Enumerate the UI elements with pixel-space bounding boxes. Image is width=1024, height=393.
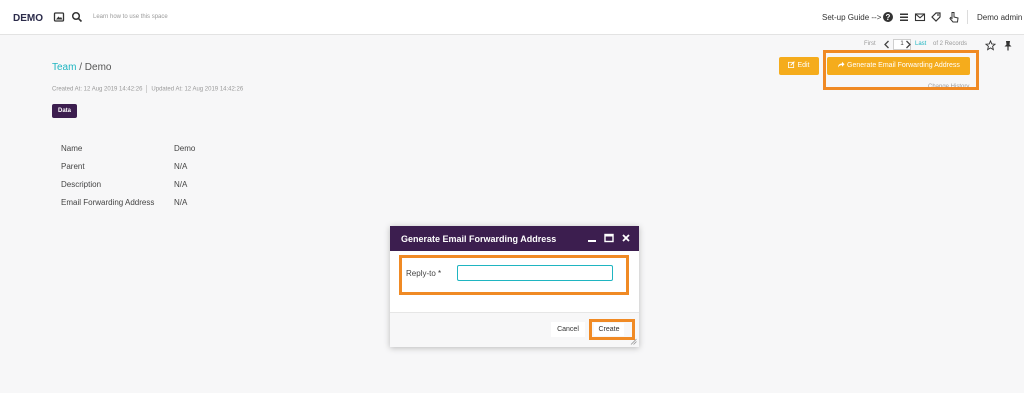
- highlight-frame-create: [589, 319, 635, 340]
- search-hint[interactable]: Learn how to use this space: [93, 14, 168, 20]
- pin-icon[interactable]: [1003, 40, 1013, 51]
- brand-logo[interactable]: DEMO: [13, 13, 43, 24]
- field-value-email-forwarding: N/A: [174, 198, 188, 207]
- chevron-left-icon[interactable]: [883, 40, 891, 49]
- pager-first[interactable]: First: [864, 41, 876, 47]
- highlight-frame-reply-to: [399, 255, 629, 295]
- modal-header: Generate Email Forwarding Address: [390, 226, 639, 251]
- field-label-name: Name: [61, 144, 83, 153]
- highlight-frame-generate: [823, 50, 979, 90]
- modal-title: Generate Email Forwarding Address: [401, 234, 557, 244]
- star-icon[interactable]: [985, 40, 996, 51]
- cancel-button[interactable]: Cancel: [551, 322, 585, 337]
- breadcrumb-separator: /: [76, 62, 85, 73]
- topbar-divider: [967, 10, 968, 24]
- breadcrumb-current: Demo: [84, 62, 112, 73]
- mail-icon[interactable]: [914, 11, 926, 23]
- created-at: Created At: 12 Aug 2019 14:42:26: [52, 86, 143, 93]
- pointer-icon[interactable]: [948, 11, 960, 23]
- tag-icon[interactable]: [930, 11, 942, 23]
- field-value-description: N/A: [174, 180, 188, 189]
- field-value-name: Demo: [174, 144, 196, 153]
- data-tag[interactable]: Data: [52, 104, 78, 118]
- updated-at: Updated At: 12 Aug 2019 14:42:26: [151, 86, 244, 93]
- record-meta: Created At: 12 Aug 2019 14:42:26 Updated …: [52, 85, 243, 93]
- top-bar: DEMO Learn how to use this space Set-up …: [0, 0, 1024, 35]
- breadcrumb: Team / Demo: [52, 62, 111, 73]
- close-icon[interactable]: [621, 232, 631, 244]
- minimize-icon[interactable]: [587, 232, 597, 244]
- edit-button-label: Edit: [797, 62, 810, 69]
- search-icon[interactable]: [71, 11, 83, 23]
- meta-divider: [146, 85, 148, 93]
- help-icon[interactable]: ?: [882, 11, 894, 23]
- field-label-description: Description: [61, 180, 102, 189]
- chevron-right-icon[interactable]: [904, 40, 912, 49]
- field-label-email-forwarding: Email Forwarding Address: [61, 198, 155, 207]
- pager-last[interactable]: Last: [915, 41, 926, 47]
- breadcrumb-parent-link[interactable]: Team: [52, 62, 76, 73]
- field-value-parent: N/A: [174, 162, 188, 171]
- svg-text:?: ?: [886, 13, 891, 22]
- user-menu[interactable]: Demo admin: [977, 13, 1022, 22]
- edit-button[interactable]: Edit: [779, 57, 819, 75]
- setup-guide-link[interactable]: Set-up Guide -->: [822, 13, 881, 22]
- image-icon[interactable]: [53, 11, 65, 23]
- field-label-parent: Parent: [61, 162, 85, 171]
- menu-icon[interactable]: [898, 11, 910, 23]
- pager-count: of 2 Records: [933, 41, 968, 47]
- maximize-icon[interactable]: [604, 232, 614, 244]
- edit-icon: [788, 61, 796, 68]
